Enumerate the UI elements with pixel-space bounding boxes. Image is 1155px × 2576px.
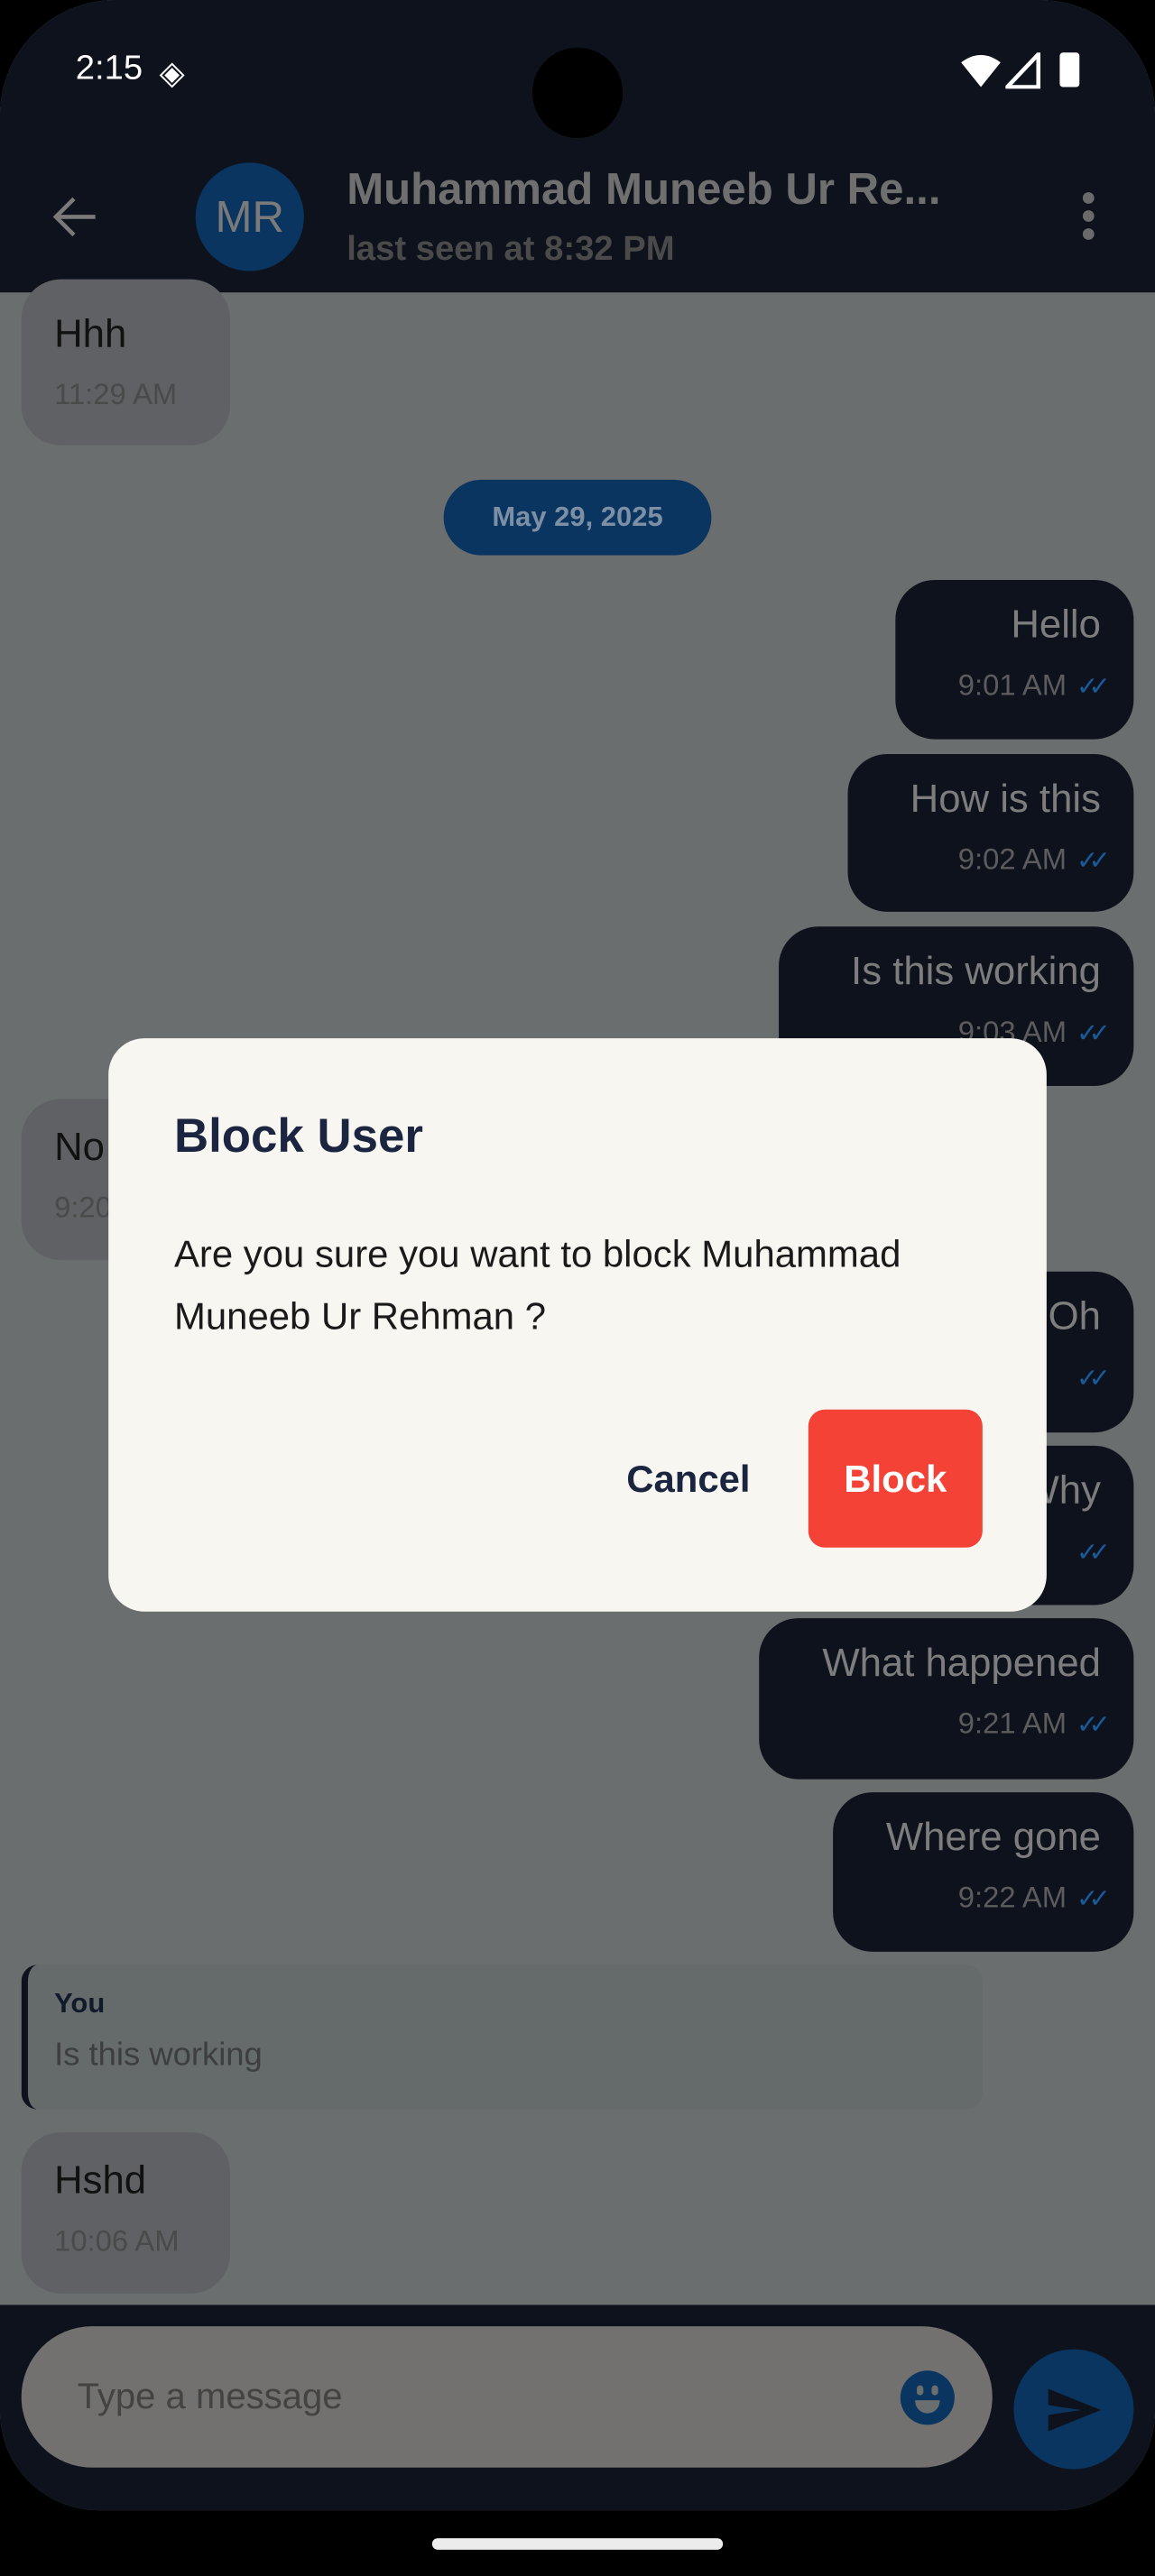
battery-icon [1059, 52, 1080, 87]
message-text: What happened [822, 1641, 1101, 1686]
double-check-icon: ✓✓ [1076, 1885, 1111, 1914]
message-input-placeholder: Type a message [77, 2375, 343, 2417]
wifi-icon [961, 55, 1001, 87]
status-time: 2:15 [75, 49, 143, 87]
dialog-message: Are you sure you want to block Muhammad … [174, 1232, 901, 1338]
message-text: Where gone [885, 1815, 1101, 1860]
camera-cutout [531, 47, 624, 138]
message-outgoing[interactable]: Hello 9:01 AM ✓✓ [895, 579, 1134, 740]
double-check-icon: ✓✓ [1076, 1711, 1111, 1740]
double-check-icon: ✓✓ [1076, 673, 1111, 702]
send-icon [1047, 2387, 1101, 2431]
app-bar: 2:15 ◈ MR Muhammad Muneeb Ur Re... last … [0, 0, 1155, 293]
message-text: Hhh [54, 312, 127, 357]
message-outgoing[interactable]: Where gone 9:22 AM ✓✓ [833, 1792, 1134, 1952]
emoji-icon[interactable] [900, 2370, 955, 2425]
block-button[interactable]: Block [808, 1409, 983, 1548]
message-time: 11:29 AM [54, 377, 178, 411]
chat-screen: 2:15 ◈ MR Muhammad Muneeb Ur Re... last … [0, 0, 1155, 2511]
reply-author: You [54, 1987, 106, 2019]
cancel-button[interactable]: Cancel [598, 1442, 779, 1514]
message-time: 10:06 AM [54, 2224, 180, 2258]
message-time: 9:21 AM [957, 1707, 1067, 1740]
back-arrow-icon[interactable] [51, 192, 100, 242]
avatar[interactable]: MR [195, 162, 304, 271]
date-chip: May 29, 2025 [443, 479, 712, 556]
last-seen: last seen at 8:32 PM [346, 229, 675, 268]
dialog-title: Block User [174, 1110, 423, 1164]
message-outgoing[interactable]: How is this 9:02 AM ✓✓ [847, 754, 1134, 912]
double-check-icon: ✓✓ [1076, 1539, 1111, 1568]
message-time: 9:22 AM [957, 1881, 1067, 1914]
message-time: 9:02 AM [957, 842, 1067, 876]
reply-text: Is this working [54, 2037, 263, 2074]
message-time: 9:01 AM [957, 668, 1067, 702]
message-input[interactable]: Type a message [21, 2326, 993, 2468]
more-options-icon[interactable] [1082, 192, 1096, 240]
contact-name[interactable]: Muhammad Muneeb Ur Re... [346, 164, 940, 215]
send-button[interactable] [1013, 2349, 1134, 2470]
notification-icon: ◈ [159, 55, 185, 92]
message-outgoing[interactable]: What happened 9:21 AM ✓✓ [759, 1618, 1134, 1780]
message-text: Hshd [54, 2158, 147, 2203]
home-indicator[interactable] [431, 2538, 724, 2550]
reply-preview[interactable]: You Is this working [21, 1964, 983, 2110]
double-check-icon: ✓✓ [1076, 847, 1111, 876]
message-text: How is this [910, 777, 1101, 822]
message-text: Hello [1011, 603, 1101, 648]
double-check-icon: ✓✓ [1076, 1020, 1111, 1049]
block-user-dialog: Block User Are you sure you want to bloc… [108, 1038, 1047, 1612]
double-check-icon: ✓✓ [1076, 1365, 1111, 1394]
message-text: Is this working [851, 949, 1101, 994]
message-incoming[interactable]: Hshd 10:06 AM [21, 2132, 230, 2294]
signal-icon [1005, 52, 1041, 89]
message-incoming[interactable]: Hhh 11:29 AM [21, 279, 230, 446]
